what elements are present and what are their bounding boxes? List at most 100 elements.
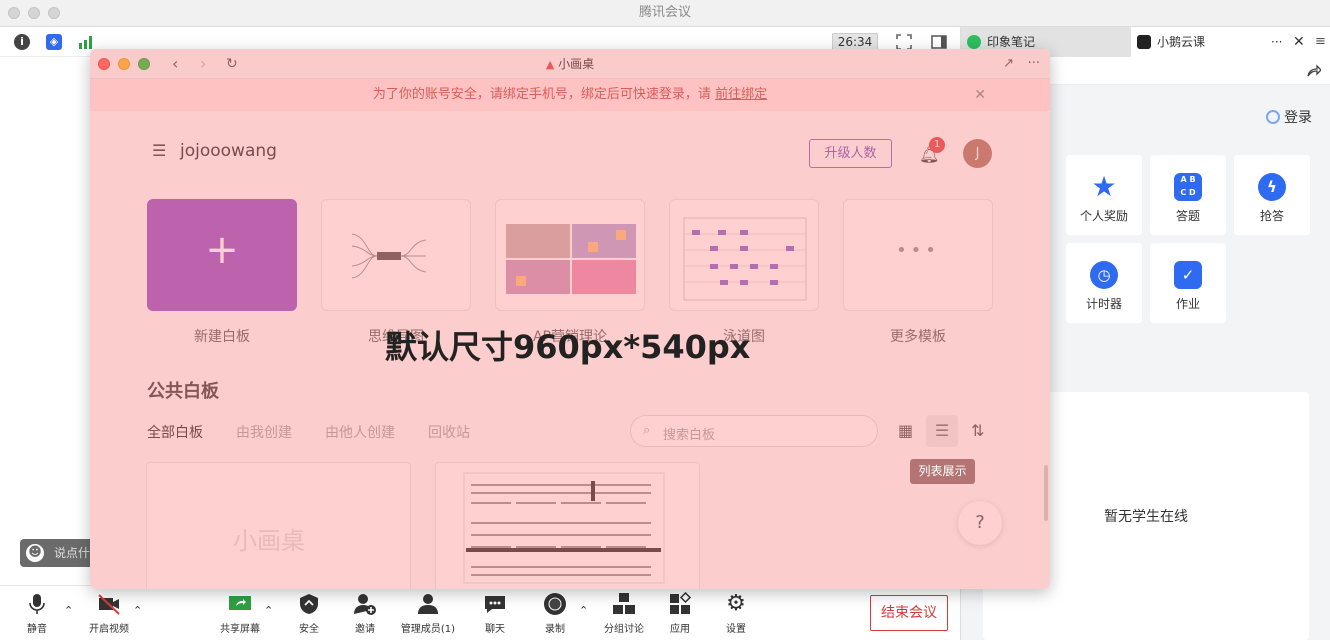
settings-button[interactable]: ⚙ 设置	[706, 592, 766, 636]
more-icon[interactable]: ···	[1028, 49, 1040, 79]
bind-phone-link[interactable]: 前往绑定	[715, 87, 767, 102]
fullscreen-icon[interactable]	[896, 34, 912, 50]
minimize-window-button[interactable]	[118, 58, 130, 70]
template-more[interactable]: •••	[843, 199, 993, 311]
security-button[interactable]: 安全	[279, 592, 339, 635]
template-swimlane[interactable]	[669, 199, 819, 311]
board-logo: 小画桌	[233, 527, 305, 555]
chat-input[interactable]: ☻ 说点什	[20, 539, 100, 567]
more-dots-icon: •••	[896, 240, 940, 261]
button-label: 设置	[726, 624, 746, 635]
close-tab-icon[interactable]: ✕	[1293, 27, 1305, 57]
apps-icon	[668, 591, 692, 616]
filter-tab-others[interactable]: 由他人创建	[325, 422, 395, 442]
close-notice-icon[interactable]: ✕	[974, 79, 986, 111]
close-window-button[interactable]	[8, 7, 20, 19]
more-icon[interactable]: ···	[1271, 27, 1282, 57]
search-input[interactable]: ⌕ 搜索白板	[630, 415, 878, 447]
security-shield-icon[interactable]: ◈	[46, 34, 62, 50]
close-window-button[interactable]	[98, 58, 110, 70]
mute-button[interactable]: 静音	[7, 592, 67, 635]
chevron-up-icon[interactable]: ⌃	[264, 604, 273, 617]
card-timer[interactable]: ◷ 计时器	[1066, 243, 1142, 323]
chevron-up-icon[interactable]: ⌃	[64, 604, 73, 617]
section-title: 公共白板	[147, 381, 219, 402]
breakout-icon	[612, 592, 636, 616]
sidebar-toggle-icon[interactable]	[931, 34, 947, 50]
stopwatch-icon: ◷	[1090, 261, 1118, 289]
logo-icon: ▲	[545, 58, 555, 71]
button-label: 管理成员(1)	[400, 624, 456, 635]
zoom-window-button[interactable]	[138, 58, 150, 70]
emoji-icon[interactable]: ☻	[26, 544, 44, 562]
button-label: 聊天	[485, 624, 505, 635]
help-button[interactable]: ?	[958, 501, 1002, 545]
video-off-icon	[97, 592, 121, 616]
members-button[interactable]: 管理成员(1)	[397, 592, 459, 635]
login-link[interactable]: 登录	[1266, 107, 1312, 127]
button-label: 分组讨论	[604, 624, 644, 635]
menu-icon[interactable]: ≡	[1315, 27, 1326, 57]
list-view-icon[interactable]: ☰	[926, 415, 958, 447]
template-label: 新建白板	[194, 329, 250, 345]
record-button[interactable]: 录制	[525, 592, 585, 635]
sort-icon[interactable]: ⇅	[971, 421, 984, 440]
shield-icon	[297, 592, 321, 616]
share-screen-button[interactable]: 共享屏幕	[210, 592, 270, 635]
scrollbar[interactable]	[1044, 465, 1048, 521]
search-icon: ⌕	[643, 423, 651, 438]
plus-icon: +	[205, 227, 239, 273]
notification-badge: 1	[929, 137, 945, 153]
chat-button[interactable]: 聊天	[465, 592, 525, 635]
signal-strength-icon[interactable]	[77, 34, 93, 50]
lightning-icon: ϟ	[1258, 173, 1286, 201]
star-icon: ★	[1091, 170, 1117, 203]
video-button[interactable]: 开启视频	[79, 592, 139, 635]
search-placeholder: 搜索白板	[663, 428, 716, 443]
avatar[interactable]: J	[963, 139, 992, 168]
card-race-answer[interactable]: ϟ 抢答	[1234, 155, 1310, 235]
invite-button[interactable]: 邀请	[335, 592, 395, 635]
filter-tab-all[interactable]: 全部白板	[147, 422, 203, 442]
username: jojooowang	[180, 141, 277, 161]
card-quiz[interactable]: A BC D 答题	[1150, 155, 1226, 235]
new-board-card[interactable]: +	[147, 199, 297, 311]
filter-tab-trash[interactable]: 回收站	[428, 422, 470, 442]
forward-icon[interactable]: ›	[200, 49, 206, 79]
whiteboard-window: ‹ › ↻ ▲ 小画桌 ↗ ··· 为了你的账号安全，请绑定手机号，绑定后可快速…	[90, 49, 1050, 589]
button-label: 录制	[545, 624, 565, 635]
add-user-icon	[353, 592, 377, 616]
tab-xiaoe-class[interactable]: 小鹅云课 ··· ✕ ≡	[1131, 27, 1330, 57]
grid-view-icon[interactable]: ▦	[898, 421, 913, 440]
filter-tab-mine[interactable]: 由我创建	[236, 422, 292, 442]
board-card[interactable]	[435, 462, 700, 589]
breakout-button[interactable]: 分组讨论	[594, 592, 654, 635]
template-ap-marketing[interactable]	[495, 199, 645, 311]
button-label: 安全	[299, 624, 319, 635]
back-icon[interactable]: ‹	[172, 49, 178, 79]
template-mindmap[interactable]	[321, 199, 471, 311]
card-personal-reward[interactable]: ★ 个人奖励	[1066, 155, 1142, 235]
board-card[interactable]: 小画桌	[146, 462, 411, 589]
apps-button[interactable]: 应用	[650, 591, 710, 635]
microphone-icon	[25, 592, 49, 616]
meeting-toolbar: 静音 ⌃ 开启视频 ⌃ 共享屏幕 ⌃ 安全 邀请 管理成员(1) 聊天 录制 ⌃…	[0, 585, 960, 640]
quiz-icon: A BC D	[1174, 173, 1202, 201]
share-icon[interactable]	[1305, 63, 1322, 82]
minimize-window-button[interactable]	[28, 7, 40, 19]
info-icon[interactable]: i	[14, 34, 30, 50]
refresh-icon[interactable]: ↻	[226, 49, 238, 79]
button-label: 应用	[670, 624, 690, 635]
share-icon[interactable]: ↗	[1003, 49, 1014, 79]
upgrade-button[interactable]: 升级人数	[809, 139, 892, 168]
card-homework[interactable]: ✓ 作业	[1150, 243, 1226, 323]
chevron-up-icon[interactable]: ⌃	[579, 604, 588, 617]
end-meeting-button[interactable]: 结束会议	[870, 595, 948, 631]
login-label: 登录	[1284, 110, 1312, 126]
tab-label: 印象笔记	[987, 35, 1036, 49]
button-label: 共享屏幕	[220, 624, 260, 635]
chevron-up-icon[interactable]: ⌃	[133, 604, 142, 617]
card-label: 答题	[1175, 209, 1200, 223]
menu-icon[interactable]: ☰	[152, 141, 166, 160]
zoom-window-button[interactable]	[48, 7, 60, 19]
